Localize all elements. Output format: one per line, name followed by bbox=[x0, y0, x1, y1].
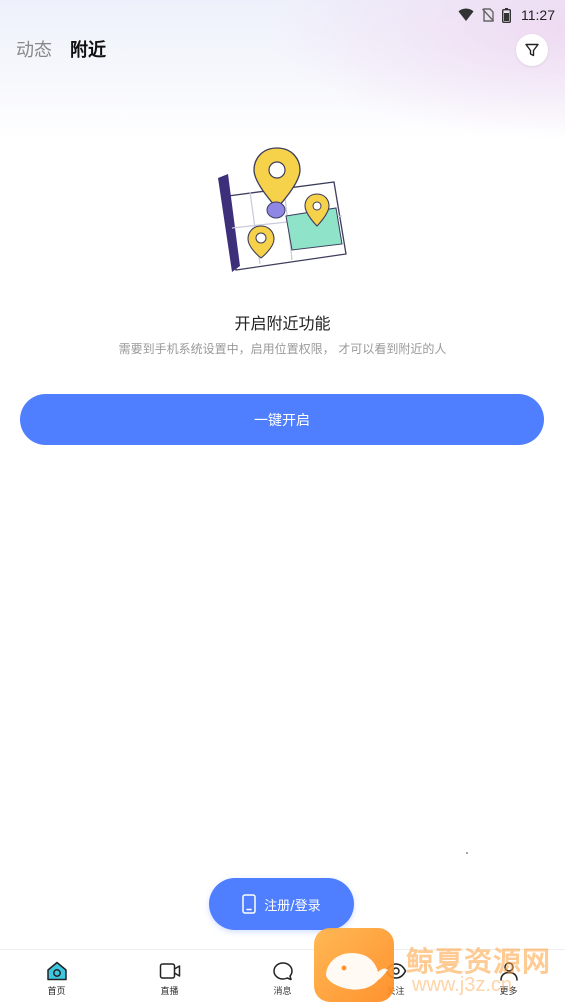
battery-icon bbox=[502, 7, 511, 23]
nav-label-home: 首页 bbox=[47, 987, 66, 997]
filter-button[interactable] bbox=[516, 34, 548, 66]
empty-state-description: 需要到手机系统设置中，启用位置权限， 才可以看到附近的人 bbox=[118, 342, 447, 356]
nav-item-messages[interactable]: 消息 bbox=[226, 950, 339, 1006]
video-icon bbox=[159, 963, 180, 979]
eye-icon bbox=[385, 963, 406, 979]
nav-item-live[interactable]: 直播 bbox=[113, 950, 226, 1006]
nav-item-more[interactable]: 更多 bbox=[452, 950, 565, 1006]
nav-label-follow: 关注 bbox=[386, 987, 405, 997]
tab-fujin[interactable]: 附近 bbox=[70, 36, 106, 62]
bottom-nav: 首页 直播 消息 关注 更多 bbox=[0, 949, 565, 1006]
nav-label-messages: 消息 bbox=[273, 987, 292, 997]
nav-label-live: 直播 bbox=[160, 987, 179, 997]
enable-location-button[interactable]: 一键开启 bbox=[20, 394, 544, 445]
screen: 11:27 动态 附近 开启附近功能 需要到手机系统设置中，启用位置权限， 才可… bbox=[0, 0, 565, 1006]
nav-label-more: 更多 bbox=[499, 987, 518, 997]
status-time: 11:27 bbox=[521, 7, 555, 23]
no-sim-icon bbox=[482, 8, 494, 22]
empty-state-title: 开启附近功能 bbox=[234, 314, 331, 333]
stray-dot bbox=[466, 852, 468, 854]
header-tabs: 动态 附近 bbox=[16, 36, 106, 62]
home-icon bbox=[46, 961, 67, 981]
message-icon bbox=[272, 962, 293, 981]
map-location-illustration bbox=[218, 147, 347, 272]
status-bar: 11:27 bbox=[0, 0, 565, 30]
user-icon bbox=[499, 962, 518, 981]
filter-icon bbox=[525, 43, 539, 57]
wifi-icon bbox=[458, 8, 474, 22]
phone-icon bbox=[242, 894, 257, 914]
enable-location-label: 一键开启 bbox=[254, 412, 310, 429]
register-login-label: 注册/登录 bbox=[264, 898, 321, 914]
nav-item-follow[interactable]: 关注 bbox=[339, 950, 452, 1006]
register-login-button[interactable]: 注册/登录 bbox=[209, 878, 354, 930]
tab-dongtai[interactable]: 动态 bbox=[16, 36, 52, 62]
nav-item-home[interactable]: 首页 bbox=[0, 950, 113, 1006]
